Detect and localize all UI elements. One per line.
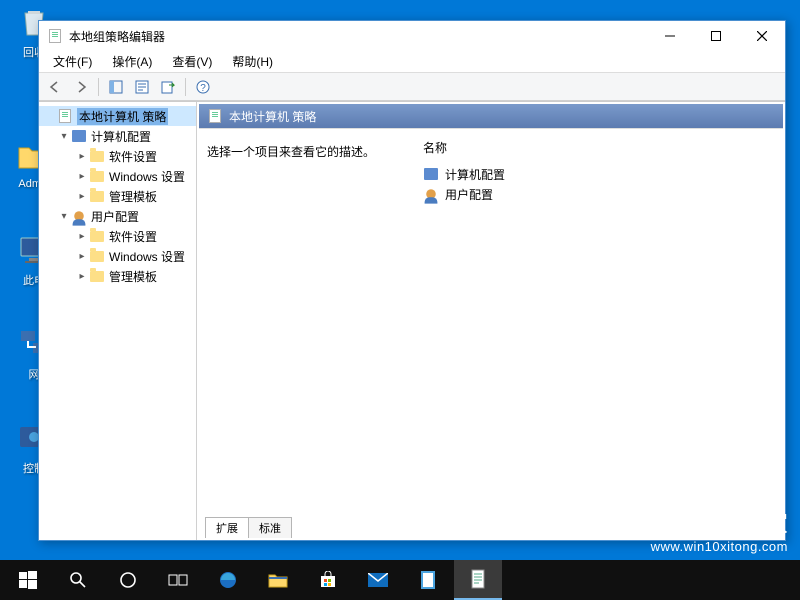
- maximize-button[interactable]: [693, 21, 739, 51]
- folder-icon: [89, 168, 105, 184]
- tree-node-label: 本地计算机 策略: [77, 108, 168, 125]
- toolbar-properties-button[interactable]: [130, 76, 154, 98]
- document-icon: [57, 108, 73, 124]
- taskbar-notepad[interactable]: [404, 560, 452, 600]
- taskbar-mail[interactable]: [354, 560, 402, 600]
- computer-icon: [71, 128, 87, 144]
- tree-node-label: 软件设置: [109, 148, 157, 165]
- menu-file[interactable]: 文件(F): [43, 50, 102, 73]
- chevron-right-icon[interactable]: ▸: [75, 231, 89, 242]
- tree-node-label: 管理模板: [109, 188, 157, 205]
- toolbar-help-button[interactable]: ?: [191, 76, 215, 98]
- tree-user-configuration[interactable]: ▾ 用户配置: [39, 206, 196, 226]
- toolbar-showhide-button[interactable]: [104, 76, 128, 98]
- tree-computer-windows-settings[interactable]: ▸ Windows 设置: [39, 166, 196, 186]
- tree-node-label: Windows 设置: [109, 168, 185, 185]
- taskbar: [0, 560, 800, 600]
- taskbar-edge[interactable]: [204, 560, 252, 600]
- chevron-right-icon[interactable]: ▸: [75, 191, 89, 202]
- watermark-brand: Win10: [670, 511, 740, 538]
- tree-pane: 本地计算机 策略 ▾ 计算机配置 ▸ 软件设置 ▸ Windows 设置 ▸ 管…: [39, 102, 197, 540]
- tree-user-software-settings[interactable]: ▸ 软件设置: [39, 226, 196, 246]
- tree-root-local-computer-policy[interactable]: 本地计算机 策略: [39, 106, 196, 126]
- user-icon: [71, 208, 87, 224]
- folder-icon: [89, 188, 105, 204]
- tab-standard[interactable]: 标准: [248, 517, 292, 538]
- user-icon: [423, 186, 439, 202]
- folder-icon: [89, 268, 105, 284]
- svg-text:?: ?: [200, 83, 206, 94]
- tree-user-admin-templates[interactable]: ▸ 管理模板: [39, 266, 196, 286]
- minimize-button[interactable]: [647, 21, 693, 51]
- tree-computer-software-settings[interactable]: ▸ 软件设置: [39, 146, 196, 166]
- tree-node-label: 计算机配置: [91, 128, 151, 145]
- chevron-right-icon[interactable]: ▸: [75, 151, 89, 162]
- nav-forward-button[interactable]: [69, 76, 93, 98]
- tree-node-label: 软件设置: [109, 228, 157, 245]
- folder-icon: [89, 248, 105, 264]
- content-header-title: 本地计算机 策略: [229, 108, 316, 125]
- menu-help[interactable]: 帮助(H): [222, 50, 283, 73]
- tree-user-windows-settings[interactable]: ▸ Windows 设置: [39, 246, 196, 266]
- taskbar-store[interactable]: [304, 560, 352, 600]
- column-name-header[interactable]: 名称: [423, 139, 779, 156]
- folder-icon: [89, 228, 105, 244]
- taskbar-gpedit[interactable]: [454, 560, 502, 600]
- tree-node-label: 管理模板: [109, 268, 157, 285]
- close-button[interactable]: [739, 21, 785, 51]
- folder-icon: [89, 148, 105, 164]
- tab-extended[interactable]: 扩展: [205, 517, 249, 538]
- toolbar: ?: [39, 73, 785, 101]
- gpedit-window: 本地组策略编辑器 文件(F) 操作(A) 查看(V) 帮助(H) ?: [38, 20, 786, 541]
- tree-node-label: 用户配置: [91, 208, 139, 225]
- nav-back-button[interactable]: [43, 76, 67, 98]
- content-list: 名称 计算机配置 用户配置: [423, 137, 779, 510]
- chevron-right-icon[interactable]: ▸: [75, 271, 89, 282]
- tree-computer-admin-templates[interactable]: ▸ 管理模板: [39, 186, 196, 206]
- description-text: 选择一个项目来查看它的描述。: [207, 137, 407, 510]
- menu-action[interactable]: 操作(A): [102, 50, 162, 73]
- watermark-url: www.win10xitong.com: [630, 539, 788, 554]
- menubar: 文件(F) 操作(A) 查看(V) 帮助(H): [39, 51, 785, 73]
- list-item-label: 用户配置: [445, 186, 493, 203]
- window-title: 本地组策略编辑器: [69, 28, 165, 45]
- cortana-button[interactable]: [104, 560, 152, 600]
- tree-computer-configuration[interactable]: ▾ 计算机配置: [39, 126, 196, 146]
- chevron-down-icon[interactable]: ▾: [57, 131, 71, 142]
- menu-view[interactable]: 查看(V): [162, 50, 222, 73]
- app-icon: [47, 28, 63, 44]
- search-button[interactable]: [54, 560, 102, 600]
- chevron-down-icon[interactable]: ▾: [57, 211, 71, 222]
- list-item-user-configuration[interactable]: 用户配置: [423, 184, 779, 204]
- watermark: Win10之家 www.win10xitong.com: [630, 504, 788, 554]
- chevron-right-icon[interactable]: ▸: [75, 171, 89, 182]
- watermark-suffix: 之家: [740, 511, 788, 538]
- taskbar-explorer[interactable]: [254, 560, 302, 600]
- chevron-right-icon[interactable]: ▸: [75, 251, 89, 262]
- content-pane: 本地计算机 策略 选择一个项目来查看它的描述。 名称 计算机配置 用户配置: [197, 102, 785, 540]
- titlebar[interactable]: 本地组策略编辑器: [39, 21, 785, 51]
- document-icon: [207, 108, 223, 124]
- start-button[interactable]: [4, 560, 52, 600]
- content-header: 本地计算机 策略: [199, 104, 783, 128]
- computer-icon: [423, 166, 439, 182]
- list-item-label: 计算机配置: [445, 166, 505, 183]
- taskview-button[interactable]: [154, 560, 202, 600]
- toolbar-export-button[interactable]: [156, 76, 180, 98]
- list-item-computer-configuration[interactable]: 计算机配置: [423, 164, 779, 184]
- windows-logo-icon: [630, 505, 664, 539]
- tree-node-label: Windows 设置: [109, 248, 185, 265]
